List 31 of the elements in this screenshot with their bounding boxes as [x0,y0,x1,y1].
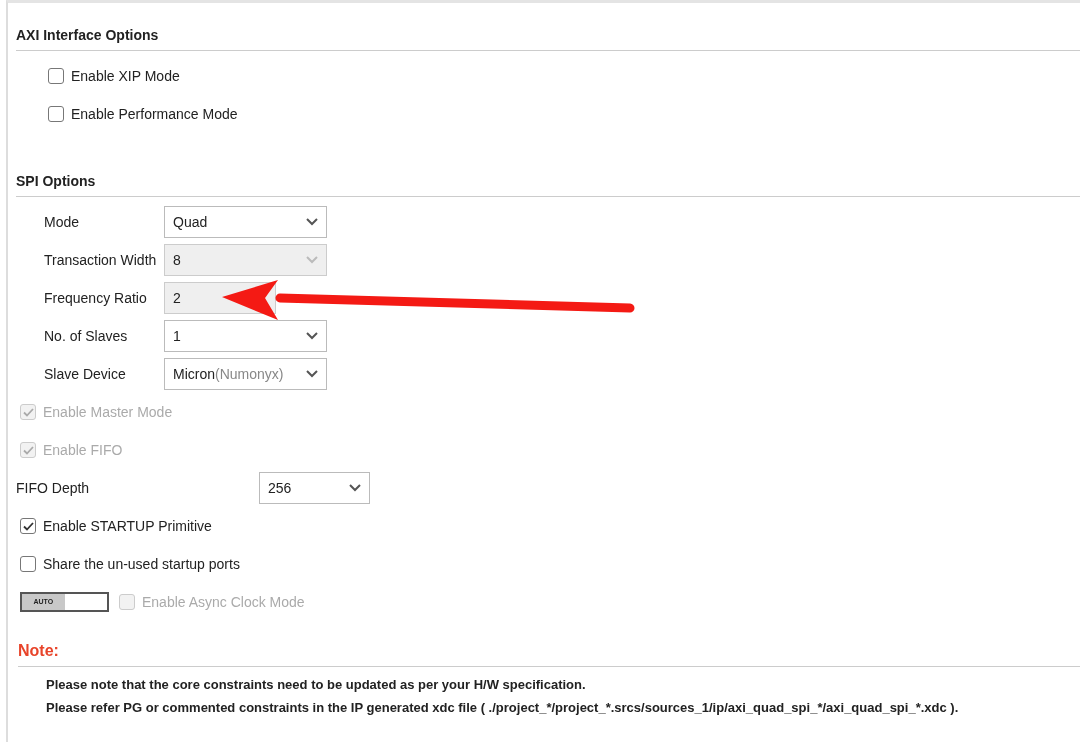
field-label: Frequency Ratio [44,288,148,308]
option-label: Enable FIFO [43,440,123,460]
chevron-down-icon [306,218,318,226]
note-text: Please note that the core constraints need to be updated as per your H/W specification. [45,676,587,694]
chevron-down-icon [349,484,361,492]
field-label: Mode [44,212,81,232]
note-text: Please refer PG or commented constraints in the IP generated xdc file ( ./project_*/project_*.srcs/sources_1/ip/axi_quad_spi_*/axi_quad_spi_*.xdc ). [45,699,960,717]
field-label: FIFO Depth [16,478,91,498]
chevron-down-icon [306,256,318,264]
chevron-down-icon [306,332,318,340]
option-label: Enable Master Mode [43,402,173,422]
option-label: Enable Performance Mode [71,104,238,124]
option-label: Enable XIP Mode [71,66,180,86]
chevron-down-icon [306,370,318,378]
dropdown[interactable]: Quad [164,206,327,238]
dropdown[interactable]: 256 [259,472,370,504]
section-title: SPI Options [16,171,1080,197]
option-label: Share the un-used startup ports [43,554,240,574]
checkbox[interactable] [20,518,36,534]
checkbox[interactable] [48,106,64,122]
section-title: AXI Interface Options [16,25,1080,51]
note-title: Note: [18,639,1080,667]
dropdown[interactable]: Micron(Numonyx) [164,358,327,390]
field-label: Transaction Width [44,250,158,270]
field-label: Slave Device [44,364,127,384]
option-label: Enable Async Clock Mode [142,592,305,612]
checkbox[interactable] [20,556,36,572]
checkbox[interactable] [48,68,64,84]
option-label: Enable STARTUP Primitive [43,516,212,536]
dropdown[interactable]: 1 [164,320,327,352]
field-label: No. of Slaves [44,326,129,346]
